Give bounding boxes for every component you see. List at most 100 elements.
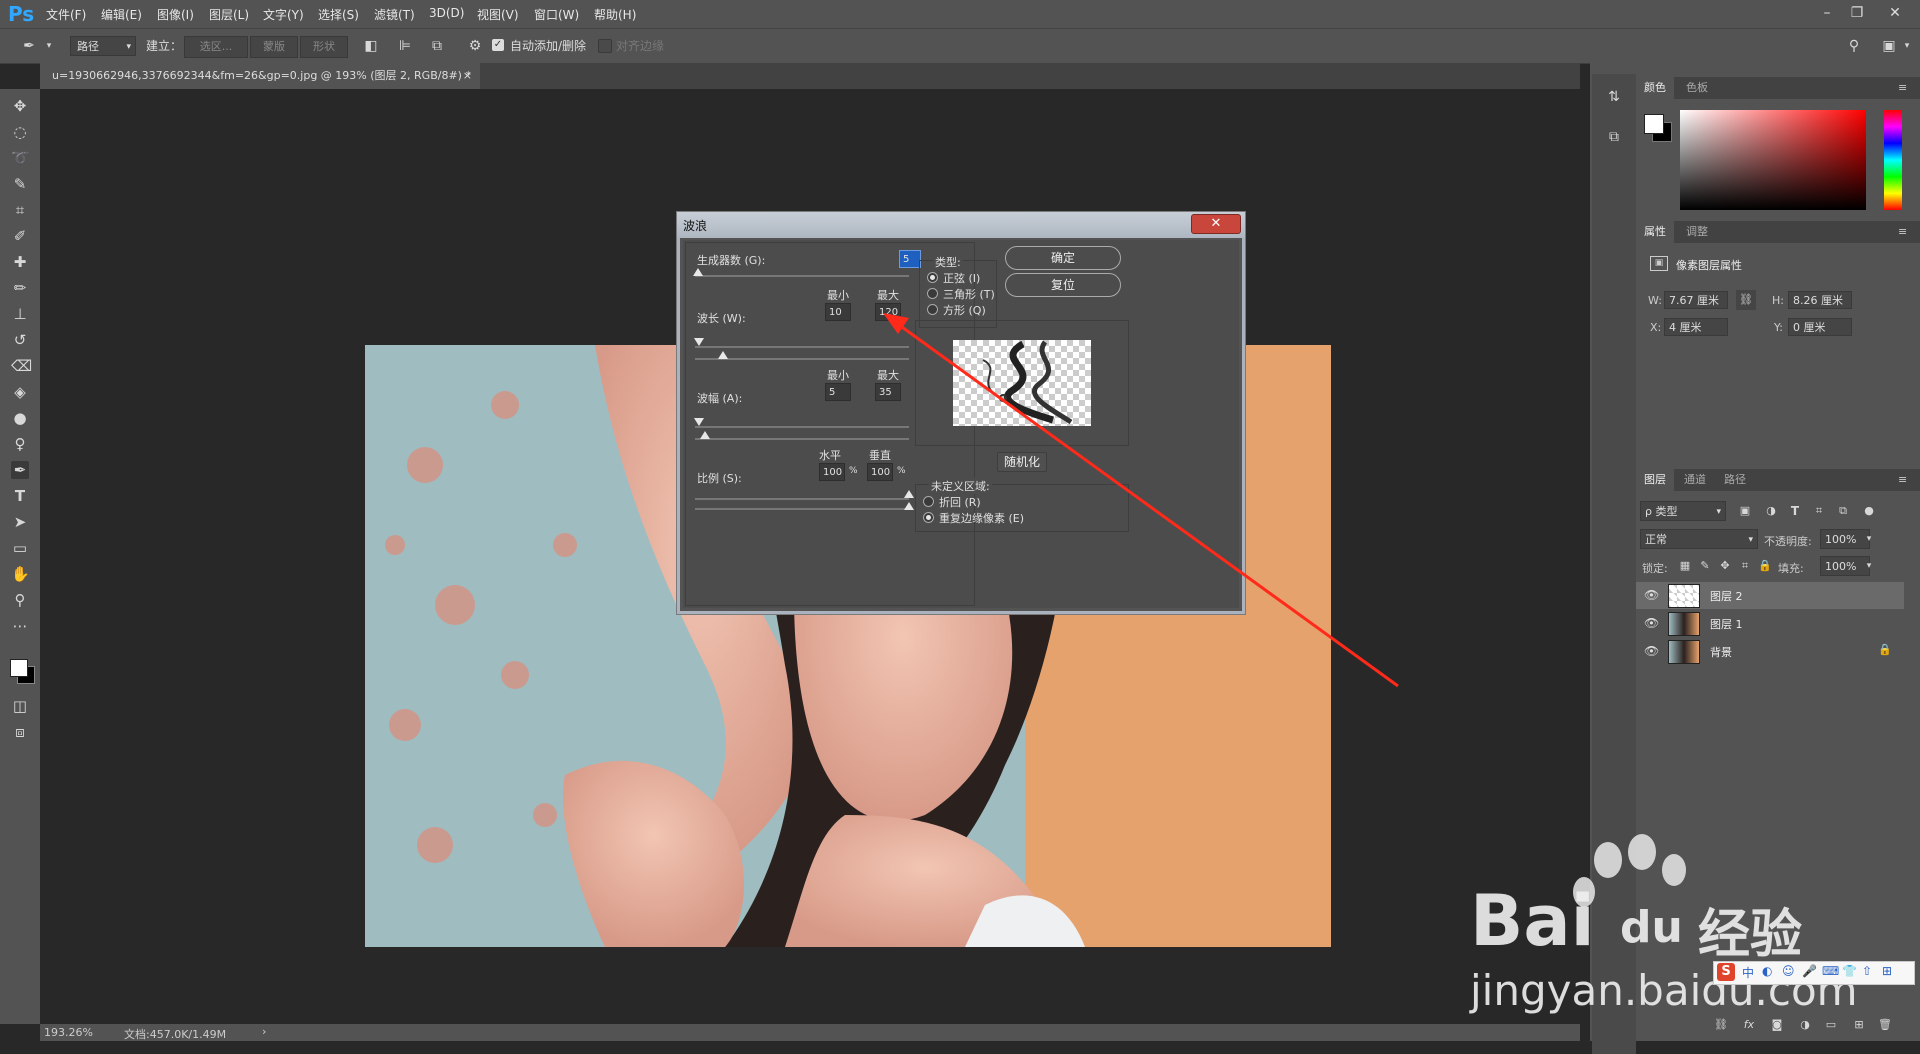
height-field[interactable]: 8.26 厘米 — [1788, 291, 1852, 309]
layer-name[interactable]: 背景 — [1710, 644, 1732, 660]
document-tab[interactable]: u=1930662946,3376692344&fm=26&gp=0.jpg @… — [40, 63, 480, 89]
filter-shape-icon[interactable]: ⌗ — [1810, 502, 1828, 520]
ime-menu-icon[interactable]: ⊞ — [1882, 964, 1892, 978]
scale-vertical-input[interactable]: 100 — [867, 463, 893, 481]
chevron-down-icon[interactable]: ▾ — [40, 37, 58, 55]
blend-mode-select[interactable]: 正常 ▾ — [1640, 529, 1758, 549]
move-tool-icon[interactable]: ✥ — [11, 97, 29, 115]
dialog-close-button[interactable]: ✕ — [1191, 214, 1241, 234]
y-field[interactable]: 0 厘米 — [1788, 318, 1852, 336]
brush-tool-icon[interactable]: ✏ — [11, 279, 29, 297]
menu-filter[interactable]: 滤镜(T) — [374, 6, 415, 23]
selection-button[interactable]: 选区... — [184, 36, 248, 58]
filter-adjustment-icon[interactable]: ◑ — [1762, 502, 1780, 520]
shape-button[interactable]: 形状 — [300, 36, 348, 58]
visibility-eye-icon[interactable]: 👁 — [1644, 644, 1659, 658]
type-sine-radio[interactable] — [927, 272, 938, 283]
ime-emoji-icon[interactable]: ☺ — [1782, 964, 1795, 978]
amplitude-max-input[interactable]: 35 — [875, 383, 901, 401]
scale-vertical-knob[interactable] — [904, 502, 914, 510]
mask-button[interactable]: 蒙版 — [250, 36, 298, 58]
menu-help[interactable]: 帮助(H) — [594, 6, 636, 23]
lock-image-icon[interactable]: ✎ — [1696, 557, 1714, 575]
sogou-ime-icon[interactable]: S — [1717, 963, 1735, 981]
lock-position-icon[interactable]: ✥ — [1716, 557, 1734, 575]
screen-mode-icon[interactable]: ⧈ — [11, 723, 29, 741]
wavelength-min-input[interactable]: 10 — [825, 303, 851, 321]
dialog-title-bar[interactable]: 波浪 ✕ — [677, 212, 1245, 238]
mode-select[interactable]: 路径 ▾ — [70, 36, 136, 56]
history-brush-tool-icon[interactable]: ↺ — [11, 331, 29, 349]
align-edges-checkbox[interactable] — [598, 39, 612, 53]
ime-toolbar[interactable]: S 中 ◐ ☺ 🎤 ⌨ 👕 ⇧ ⊞ — [1713, 961, 1915, 985]
path-select-tool-icon[interactable]: ➤ — [11, 513, 29, 531]
amplitude-min-knob[interactable] — [694, 418, 704, 426]
libraries-panel-icon[interactable]: ⧉ — [1605, 128, 1623, 146]
ime-skin-icon[interactable]: 👕 — [1842, 964, 1857, 978]
zoom-level[interactable]: 193.26% — [44, 1026, 93, 1039]
ime-keyboard-icon[interactable]: ⌨ — [1822, 964, 1839, 978]
wavelength-min-knob[interactable] — [694, 338, 704, 346]
lock-artboard-icon[interactable]: ⌗ — [1736, 557, 1754, 575]
type-sine-label[interactable]: 正弦 (I) — [943, 270, 980, 286]
tab-color[interactable]: 颜色 — [1636, 77, 1674, 99]
filter-toggle-icon[interactable]: ● — [1860, 502, 1878, 520]
menu-edit[interactable]: 编辑(E) — [101, 6, 142, 23]
workspace-icon[interactable]: ▣ — [1880, 37, 1898, 55]
healing-brush-tool-icon[interactable]: ✚ — [11, 253, 29, 271]
tab-swatches[interactable]: 色板 — [1678, 77, 1716, 99]
scale-horizontal-knob[interactable] — [904, 490, 914, 498]
filter-smart-object-icon[interactable]: ⧉ — [1834, 502, 1852, 520]
quick-select-tool-icon[interactable]: ✎ — [11, 175, 29, 193]
generators-slider-track[interactable] — [695, 275, 909, 277]
chevron-down-icon[interactable]: ▾ — [1898, 37, 1916, 55]
close-tab-icon[interactable]: × — [463, 63, 472, 89]
repeat-edge-pixels-label[interactable]: 重复边缘像素 (E) — [939, 510, 1024, 526]
auto-add-delete-checkbox[interactable]: ✓ — [492, 39, 504, 51]
menu-window[interactable]: 窗口(W) — [534, 6, 579, 23]
chevron-down-icon[interactable]: ▾ — [1860, 530, 1878, 548]
scale-horizontal-input[interactable]: 100 — [819, 463, 845, 481]
menu-file[interactable]: 文件(F) — [46, 6, 86, 23]
foreground-color-swatch[interactable] — [10, 659, 28, 677]
filter-pixel-icon[interactable]: ▣ — [1736, 502, 1754, 520]
status-menu-arrow[interactable]: › — [262, 1025, 266, 1038]
ok-button[interactable]: 确定 — [1005, 246, 1121, 270]
amplitude-slider-track-max[interactable] — [695, 438, 909, 440]
eyedropper-tool-icon[interactable]: ✐ — [11, 227, 29, 245]
type-triangle-label[interactable]: 三角形 (T) — [943, 286, 995, 302]
amplitude-max-knob[interactable] — [700, 431, 710, 439]
link-icon[interactable]: ⛓ — [1736, 290, 1756, 310]
menu-layer[interactable]: 图层(L) — [209, 6, 249, 23]
gear-icon[interactable]: ⚙ — [466, 37, 484, 55]
layer-name[interactable]: 图层 1 — [1710, 616, 1743, 632]
menu-select[interactable]: 选择(S) — [318, 6, 359, 23]
layer-row-2[interactable]: 👁 图层 2 — [1636, 582, 1904, 609]
more-tools-icon[interactable]: ⋯ — [11, 617, 29, 635]
hue-slider[interactable] — [1884, 110, 1902, 210]
close-window-icon[interactable]: ✕ — [1884, 3, 1906, 23]
type-square-radio[interactable] — [927, 304, 938, 315]
wavelength-slider-track-min[interactable] — [695, 346, 909, 348]
wavelength-max-input[interactable]: 120 — [875, 303, 901, 321]
minimize-icon[interactable]: – — [1816, 3, 1838, 23]
panel-menu-icon[interactable]: ≡ — [1890, 221, 1915, 243]
path-arrangement-icon[interactable]: ⧉ — [428, 37, 446, 55]
zoom-tool-icon[interactable]: ⚲ — [11, 591, 29, 609]
color-panel-foreground[interactable] — [1644, 114, 1664, 134]
ime-punct-icon[interactable]: ◐ — [1762, 964, 1772, 978]
lasso-tool-icon[interactable]: ➰ — [11, 149, 30, 167]
lock-all-icon[interactable]: 🔒 — [1756, 557, 1774, 575]
panel-menu-icon[interactable]: ≡ — [1890, 469, 1915, 491]
repeat-edge-pixels-radio[interactable] — [923, 512, 934, 523]
paint-bucket-tool-icon[interactable]: ◈ — [11, 383, 29, 401]
menu-type[interactable]: 文字(Y) — [263, 6, 304, 23]
scale-slider-track-v[interactable] — [695, 508, 909, 510]
layer-name[interactable]: 图层 2 — [1710, 588, 1743, 604]
type-square-label[interactable]: 方形 (Q) — [943, 302, 986, 318]
menu-view[interactable]: 视图(V) — [477, 6, 519, 23]
layer-row-1[interactable]: 👁 图层 1 — [1636, 610, 1904, 637]
lock-transparent-icon[interactable]: ▦ — [1676, 557, 1694, 575]
tab-layers[interactable]: 图层 — [1636, 469, 1674, 491]
panel-menu-icon[interactable]: ≡ — [1890, 77, 1915, 99]
